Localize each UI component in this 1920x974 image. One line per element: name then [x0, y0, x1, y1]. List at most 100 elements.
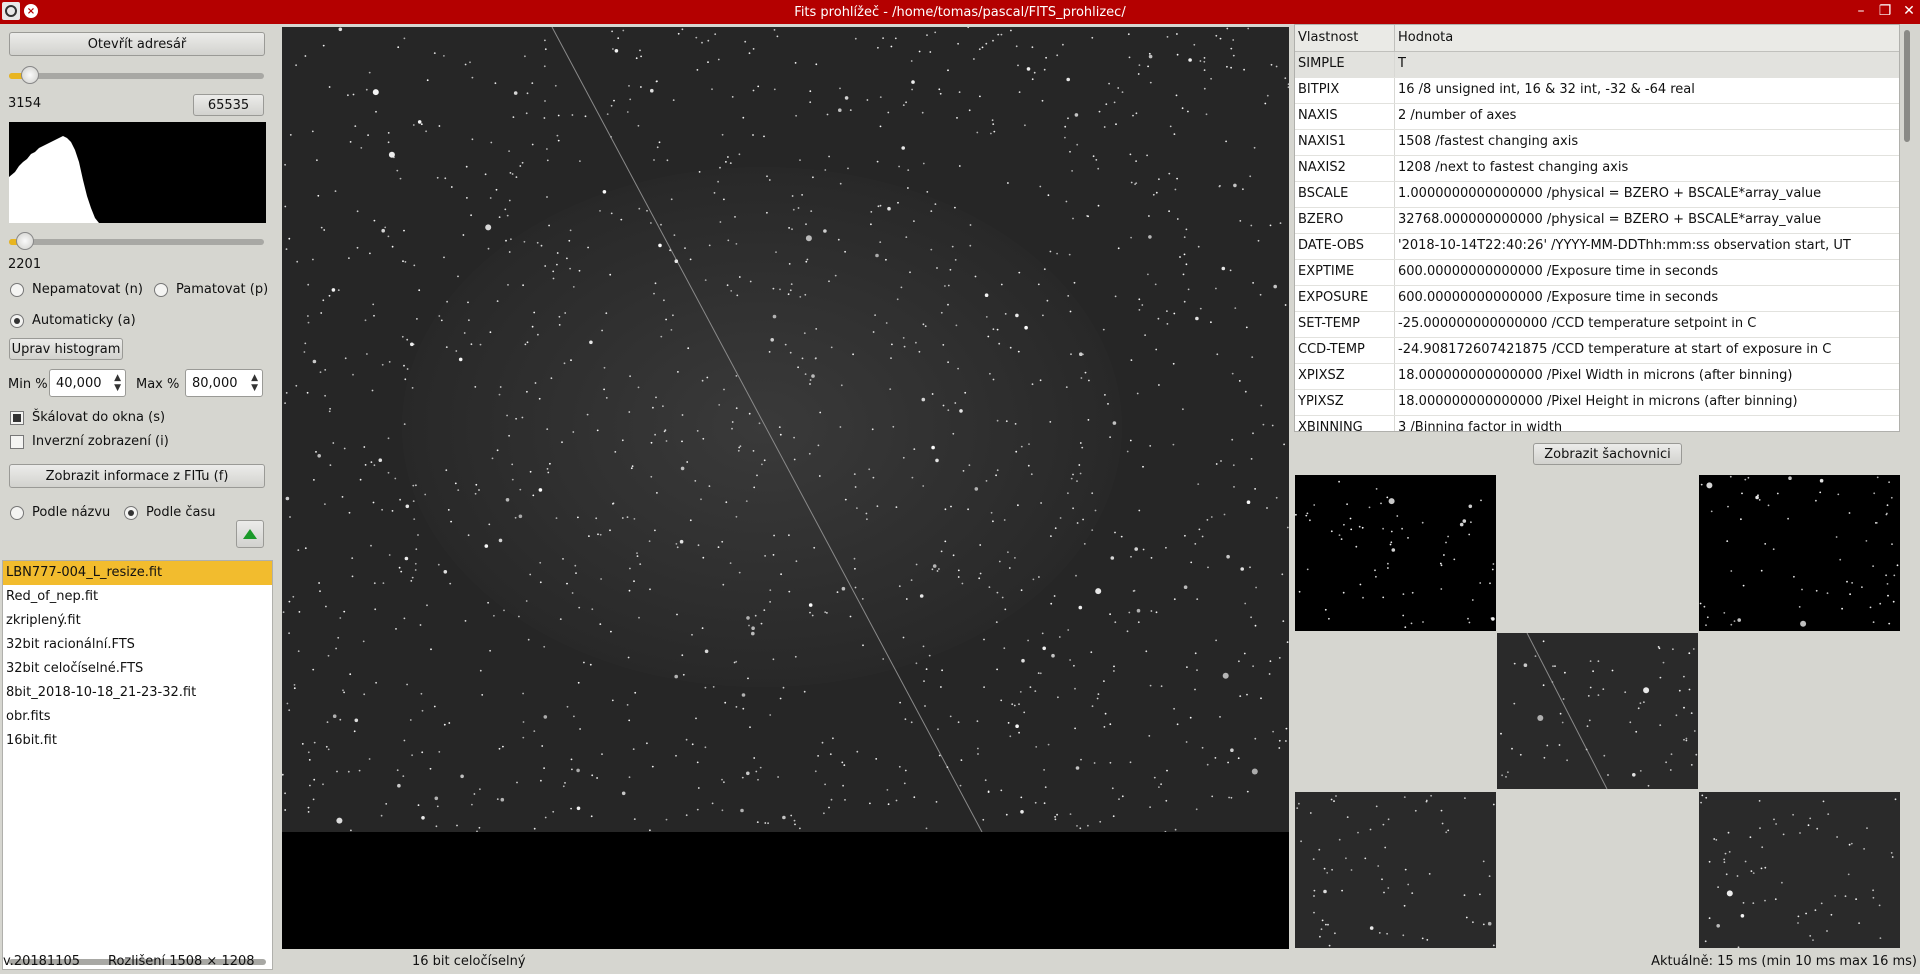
cell-key: DATE-OBS: [1295, 234, 1395, 259]
no-remember-radio[interactable]: [10, 283, 24, 297]
max-value-button[interactable]: 65535: [193, 94, 264, 116]
max-percent-spinbox[interactable]: 80,000 ▲ ▼: [185, 369, 263, 397]
open-directory-button[interactable]: Otevřít adresář: [9, 32, 265, 56]
show-fits-info-button[interactable]: Zobrazit informace z FITu (f): [9, 464, 265, 488]
checkerboard-preview: [1295, 475, 1900, 950]
slider-knob[interactable]: [21, 66, 39, 84]
no-remember-label: Nepamatovat (n): [32, 282, 143, 297]
maximize-icon[interactable]: ❐: [1878, 2, 1892, 20]
show-checkerboard-button[interactable]: Zobrazit šachovnici: [1533, 443, 1682, 465]
checker-tile: [1295, 475, 1496, 631]
sort-by-name-label: Podle názvu: [32, 505, 111, 520]
cell-value: 3 /Binning factor in width: [1398, 420, 1563, 432]
sort-by-time-radio[interactable]: [124, 506, 138, 520]
cell-value: 600.00000000000000 /Exposure time in sec…: [1398, 264, 1719, 279]
max-level-slider[interactable]: [9, 66, 264, 84]
inverse-checkbox[interactable]: [10, 435, 24, 449]
inverse-label: Inverzní zobrazení (i): [32, 434, 169, 449]
sort-by-time-label: Podle času: [146, 505, 216, 520]
slider-knob[interactable]: [16, 232, 34, 250]
table-row[interactable]: BZERO 32768.000000000000 /physical = BZER…: [1295, 208, 1899, 234]
auto-radio[interactable]: [10, 314, 24, 328]
table-row[interactable]: DATE-OBS '2018-10-14T22:40:26' /YYYY-MM-D…: [1295, 234, 1899, 260]
list-item[interactable]: 16bit.fit: [3, 729, 272, 753]
app-icon[interactable]: [2, 2, 20, 20]
checker-tile: [1497, 633, 1698, 789]
table-row[interactable]: CCD-TEMP -24.908172607421875 /CCD tempera…: [1295, 338, 1899, 364]
table-row[interactable]: XPIXSZ 18.000000000000000 /Pixel Width in…: [1295, 364, 1899, 390]
min-percent-value: 40,000: [56, 376, 102, 391]
list-item[interactable]: Red_of_nep.fit: [3, 585, 272, 609]
cell-key: YPIXSZ: [1295, 390, 1395, 415]
list-item[interactable]: zkriplený.fit: [3, 609, 272, 633]
table-row[interactable]: EXPOSURE 600.00000000000000 /Exposure tim…: [1295, 286, 1899, 312]
edit-histogram-button[interactable]: Uprav histogram: [9, 338, 123, 360]
cell-value: T: [1398, 56, 1406, 71]
cell-key: NAXIS1: [1295, 130, 1395, 155]
sort-direction-button[interactable]: [236, 520, 264, 548]
table-row[interactable]: BITPIX 16 /8 unsigned int, 16 & 32 int, -…: [1295, 78, 1899, 104]
column-header-property[interactable]: Vlastnost: [1295, 25, 1395, 51]
cell-key: NAXIS2: [1295, 156, 1395, 181]
minimize-icon[interactable]: –: [1854, 2, 1868, 20]
sort-by-name-radio[interactable]: [10, 506, 24, 520]
scale-to-window-label: Škálovat do okna (s): [32, 410, 166, 425]
remember-radio[interactable]: [154, 283, 168, 297]
table-row[interactable]: SIMPLE T: [1295, 52, 1899, 78]
table-vertical-scrollbar[interactable]: [1904, 30, 1910, 142]
list-item[interactable]: 32bit celočíselné.FTS: [3, 657, 272, 681]
min-level-slider[interactable]: [9, 232, 264, 250]
sort-up-icon: [243, 529, 257, 539]
spin-arrows-icon[interactable]: ▲ ▼: [251, 373, 258, 393]
file-list[interactable]: LBN777-004_L_resize.fit Red_of_nep.fit z…: [2, 560, 273, 970]
max-percent-value: 80,000: [192, 376, 238, 391]
cell-value: 1208 /next to fastest changing axis: [1398, 160, 1629, 175]
close-icon[interactable]: ✕: [1902, 2, 1916, 20]
cell-value: -24.908172607421875 /CCD temperature at …: [1398, 342, 1832, 357]
cell-key: EXPTIME: [1295, 260, 1395, 285]
version-label: v.20181105: [3, 954, 80, 969]
column-header-value[interactable]: Hodnota: [1395, 25, 1453, 51]
max-percent-label: Max %: [136, 377, 180, 392]
tile-star-field: [1500, 633, 1698, 789]
checker-tile: [1295, 792, 1496, 948]
star-field-image: [282, 27, 1289, 832]
fits-header-table[interactable]: Vlastnost Hodnota SIMPLE T BITPIX 16 /8 un…: [1294, 24, 1900, 432]
cell-value: 32768.000000000000 /physical = BZERO + B…: [1398, 212, 1822, 227]
cell-key: BITPIX: [1295, 78, 1395, 103]
table-row[interactable]: NAXIS1 1508 /fastest changing axis: [1295, 130, 1899, 156]
list-item[interactable]: 32bit racionální.FTS: [3, 633, 272, 657]
cell-key: SIMPLE: [1295, 52, 1395, 77]
left-panel: Otevřít adresář 3154 65535 2201 Nepamato…: [0, 24, 276, 970]
histogram: [9, 122, 266, 223]
window-title: Fits prohlížeč - /home/tomas/pascal/FITS…: [794, 4, 1126, 20]
cell-value: 1.0000000000000000 /physical = BZERO + B…: [1398, 186, 1822, 201]
list-item[interactable]: LBN777-004_L_resize.fit: [3, 561, 272, 585]
table-row[interactable]: NAXIS 2 /number of axes: [1295, 104, 1899, 130]
timing-label: Aktuálně: 15 ms (min 10 ms max 16 ms): [1651, 954, 1917, 969]
bit-depth-label: 16 bit celočíselný: [412, 954, 526, 969]
cell-key: NAXIS: [1295, 104, 1395, 129]
tile-star-field: [1700, 794, 1897, 948]
table-row[interactable]: YPIXSZ 18.000000000000000 /Pixel Height i…: [1295, 390, 1899, 416]
table-row[interactable]: XBINNING 3 /Binning factor in width: [1295, 416, 1899, 432]
title-bar: × Fits prohlížeč - /home/tomas/pascal/FI…: [0, 0, 1920, 24]
remember-label: Pamatovat (p): [176, 282, 269, 297]
table-header: Vlastnost Hodnota: [1295, 25, 1899, 52]
window-close-dot-icon[interactable]: ×: [24, 4, 38, 18]
fits-image-view[interactable]: [282, 27, 1289, 949]
cell-value: '2018-10-14T22:40:26' /YYYY-MM-DDThh:mm:…: [1398, 238, 1851, 253]
table-row[interactable]: SET-TEMP -25.000000000000000 /CCD tempera…: [1295, 312, 1899, 338]
checker-tile: [1699, 475, 1900, 631]
table-row[interactable]: EXPTIME 600.00000000000000 /Exposure time…: [1295, 260, 1899, 286]
list-item[interactable]: obr.fits: [3, 705, 272, 729]
table-row[interactable]: NAXIS2 1208 /next to fastest changing axi…: [1295, 156, 1899, 182]
cell-key: SET-TEMP: [1295, 312, 1395, 337]
min-percent-spinbox[interactable]: 40,000 ▲ ▼: [49, 369, 126, 397]
scale-to-window-checkbox[interactable]: [10, 411, 24, 425]
tile-star-field: [1295, 480, 1495, 629]
spin-arrows-icon[interactable]: ▲ ▼: [114, 373, 121, 393]
list-item[interactable]: 8bit_2018-10-18_21-23-32.fit: [3, 681, 272, 705]
table-row[interactable]: BSCALE 1.0000000000000000 /physical = BZE…: [1295, 182, 1899, 208]
cell-value: 600.00000000000000 /Exposure time in sec…: [1398, 290, 1719, 305]
